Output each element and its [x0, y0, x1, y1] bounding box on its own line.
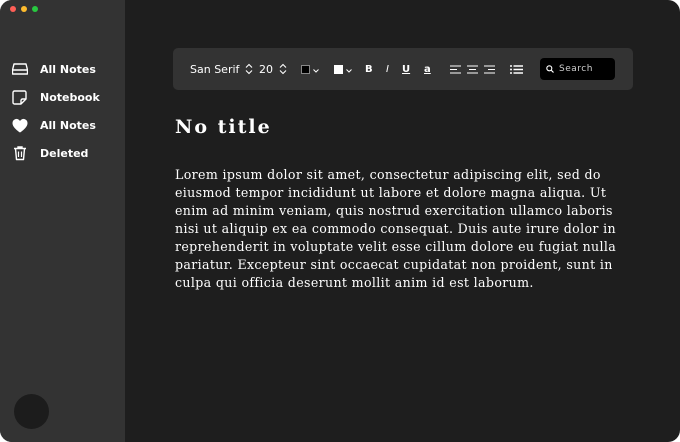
text-color-swatch — [301, 64, 310, 74]
highlight-color-picker[interactable] — [334, 48, 352, 90]
sidebar: All Notes Notebook All Notes Deleted — [0, 0, 125, 442]
font-size-value: 20 — [259, 62, 273, 76]
sidebar-nav: All Notes Notebook All Notes Deleted — [11, 60, 100, 172]
underline-button[interactable]: U — [402, 48, 410, 90]
font-size-select[interactable]: 20 — [259, 48, 287, 90]
sidebar-item-deleted[interactable]: Deleted — [11, 144, 100, 162]
align-right-icon[interactable] — [484, 48, 495, 90]
search-icon — [546, 65, 554, 73]
minimize-window-button[interactable] — [21, 6, 27, 12]
chevron-up-down-icon — [279, 63, 287, 75]
sidebar-item-label: Deleted — [40, 146, 89, 160]
chevron-down-icon — [313, 63, 319, 76]
tray-icon — [11, 61, 28, 78]
font-family-select[interactable]: San Serif — [190, 48, 253, 90]
sticky-note-icon — [11, 89, 28, 106]
chevron-down-icon — [346, 63, 352, 76]
search-box[interactable] — [540, 58, 615, 80]
sidebar-item-notebook[interactable]: Notebook — [11, 88, 100, 106]
trash-icon — [11, 145, 28, 162]
note-title[interactable]: No title — [175, 116, 272, 138]
italic-button[interactable]: I — [386, 48, 389, 90]
bulleted-list-icon[interactable] — [510, 48, 523, 90]
sidebar-item-all-notes[interactable]: All Notes — [11, 60, 100, 78]
formatting-toolbar: San Serif 20 B I U a — [173, 48, 633, 90]
highlight-color-swatch — [334, 64, 343, 74]
bold-button[interactable]: B — [365, 48, 373, 90]
sidebar-item-favorites[interactable]: All Notes — [11, 116, 100, 134]
heart-icon — [11, 117, 28, 134]
avatar[interactable] — [14, 394, 49, 429]
search-input[interactable] — [559, 64, 611, 74]
sidebar-item-label: Notebook — [40, 90, 100, 104]
align-left-icon[interactable] — [450, 48, 461, 90]
sidebar-item-label: All Notes — [40, 62, 96, 76]
align-center-icon[interactable] — [467, 48, 478, 90]
sidebar-item-label: All Notes — [40, 118, 96, 132]
note-body[interactable]: Lorem ipsum dolor sit amet, consectetur … — [175, 166, 640, 292]
chevron-up-down-icon — [245, 63, 253, 75]
close-window-button[interactable] — [10, 6, 16, 12]
zoom-window-button[interactable] — [32, 6, 38, 12]
text-style-button[interactable]: a — [424, 48, 431, 90]
font-family-value: San Serif — [190, 62, 240, 76]
window-controls — [10, 6, 38, 12]
text-color-picker[interactable] — [301, 48, 319, 90]
app-window: All Notes Notebook All Notes Deleted San… — [0, 0, 680, 442]
